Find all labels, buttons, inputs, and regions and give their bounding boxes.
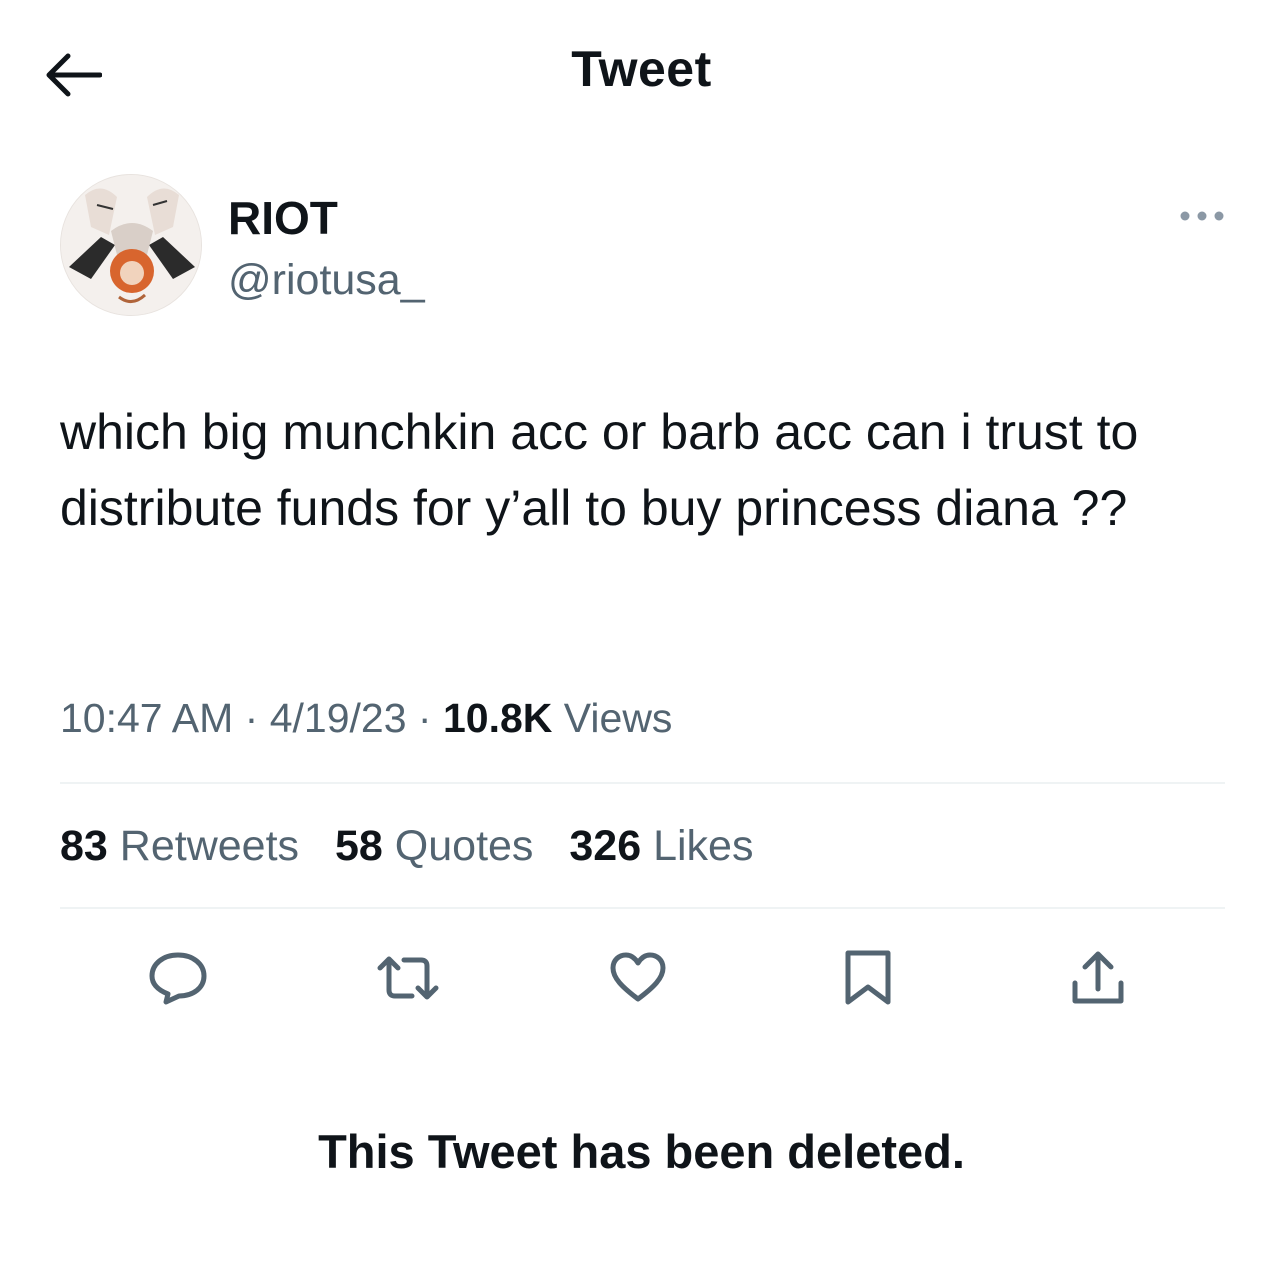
divider (60, 782, 1225, 784)
retweets-stat[interactable]: 83 Retweets (60, 818, 299, 874)
tweet-time[interactable]: 10:47 AM (60, 695, 233, 741)
heart-icon (610, 952, 666, 1002)
page-title: Tweet (571, 41, 712, 97)
retweet-button[interactable] (368, 938, 448, 1018)
display-name[interactable]: RIOT (228, 190, 338, 246)
reply-icon (149, 952, 207, 1005)
reply-button[interactable] (138, 938, 218, 1018)
action-bar (60, 938, 1225, 1018)
tweet-author: RIOT @riotusa_ (60, 174, 1225, 319)
bookmark-button[interactable] (828, 938, 908, 1018)
share-button[interactable] (1058, 938, 1138, 1018)
tweet-stats: 83 Retweets 58 Quotes 326 Likes (60, 818, 777, 874)
share-icon (1072, 951, 1124, 1004)
likes-count: 326 (569, 822, 642, 870)
like-button[interactable] (598, 938, 678, 1018)
retweets-count: 83 (60, 822, 108, 870)
bookmark-icon (845, 950, 891, 1005)
tweet-text: which big munchkin acc or barb acc can i… (60, 404, 1139, 536)
tweet-date[interactable]: 4/19/23 (270, 695, 407, 741)
retweet-icon (377, 956, 439, 1000)
likes-stat[interactable]: 326 Likes (569, 818, 753, 874)
views-label: Views (563, 695, 673, 741)
deleted-notice: This Tweet has been deleted. (318, 1125, 965, 1178)
meta-separator: · (417, 695, 432, 741)
more-options-button[interactable] (1155, 198, 1225, 234)
quotes-count: 58 (335, 822, 383, 870)
more-dots-icon (1180, 211, 1224, 221)
views-count: 10.8K (442, 695, 553, 741)
avatar[interactable] (60, 174, 202, 316)
quotes-stat[interactable]: 58 Quotes (335, 818, 533, 874)
user-handle[interactable]: @riotusa_ (228, 252, 425, 308)
retweets-label: Retweets (119, 822, 300, 870)
avatar-image (61, 175, 201, 315)
meta-separator: · (244, 695, 259, 741)
divider (60, 907, 1225, 909)
top-bar: Tweet (0, 0, 1283, 150)
tweet-meta: 10:47 AM · 4/19/23 · 10.8K Views (60, 690, 672, 746)
quotes-label: Quotes (394, 822, 534, 870)
likes-label: Likes (653, 822, 754, 870)
